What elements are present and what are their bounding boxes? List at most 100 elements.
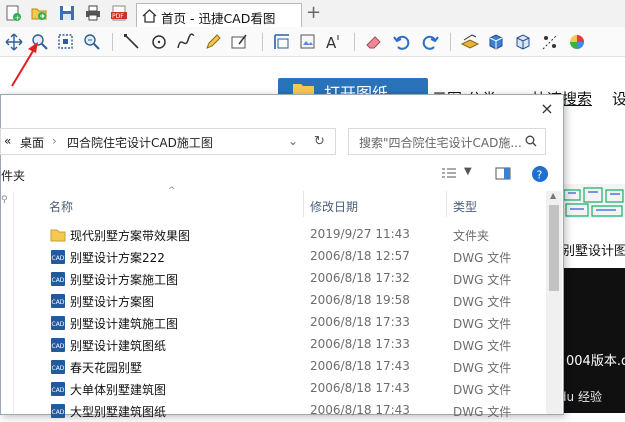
file-date: 2019/9/27 11:43 (310, 227, 410, 241)
rectangle-icon[interactable] (272, 32, 292, 52)
drawing-thumbnail[interactable] (562, 184, 625, 218)
file-row[interactable]: CAD 春天花园别墅 2006/8/18 17:43 DWG 文件 (13, 356, 541, 378)
close-button[interactable]: × (536, 98, 558, 120)
svg-text:CAD: CAD (52, 255, 65, 262)
help-icon[interactable]: ? (531, 165, 549, 183)
breadcrumb-folder[interactable]: 四合院住宅设计CAD施工图 (67, 134, 213, 151)
file-row[interactable]: CAD 别墅设计建筑图纸 2006/8/18 17:33 DWG 文件 (13, 334, 541, 356)
redo-icon[interactable] (420, 32, 440, 52)
save-icon[interactable] (58, 4, 76, 22)
circle-icon[interactable] (149, 32, 169, 52)
column-name[interactable]: 名称 (49, 198, 73, 215)
file-name: 别墅设计建筑图纸 (70, 339, 167, 353)
folder-icon (50, 229, 66, 242)
file-name: 大单体别墅建筑图 (70, 383, 167, 397)
dwg-file-icon: CAD (51, 360, 65, 374)
file-row[interactable]: CAD 别墅设计方案施工图 2006/8/18 17:32 DWG 文件 (13, 268, 541, 290)
undo-icon[interactable] (392, 32, 412, 52)
spline-icon[interactable] (176, 32, 196, 52)
dwg-file-icon: CAD (51, 404, 65, 418)
file-row[interactable]: CAD 别墅设计方案222 2006/8/18 12:57 DWG 文件 (13, 246, 541, 268)
file-date: 2006/8/18 17:43 (310, 359, 410, 373)
bg-link-settings[interactable]: 设 (612, 88, 625, 109)
file-name: 别墅设计方案施工图 (70, 273, 179, 287)
refresh-icon[interactable]: ↻ (314, 134, 325, 149)
new-tab-button[interactable]: + (306, 2, 321, 23)
zoom-prev-icon[interactable] (82, 32, 102, 52)
file-type: DWG 文件 (453, 295, 512, 309)
new-file-icon[interactable]: + (4, 4, 22, 22)
image-icon[interactable] (298, 32, 318, 52)
file-type: DWG 文件 (453, 339, 512, 353)
dwg-file-icon: CAD (51, 338, 65, 352)
file-name: 别墅设计方案图 (70, 295, 155, 309)
file-list: 现代别墅方案带效果图 2019/9/27 11:43 文件夹 CAD 别墅设计方案222… (13, 224, 541, 422)
line-icon[interactable] (122, 32, 142, 52)
svg-text:CAD: CAD (52, 387, 65, 394)
file-type: DWG 文件 (453, 405, 512, 419)
file-row[interactable]: CAD 大单体别墅建筑图 2006/8/18 17:43 DWG 文件 (13, 378, 541, 400)
file-date: 2006/8/18 17:33 (310, 337, 410, 351)
main-toolbar: + PDF 首页 - 迅捷CAD看图 + (0, 0, 625, 28)
dwg-file-icon: CAD (51, 294, 65, 308)
file-date: 2006/8/18 17:32 (310, 271, 410, 285)
column-date[interactable]: 修改日期 (310, 198, 358, 215)
scrollbar-thumb[interactable] (549, 205, 559, 291)
version-text: 004版本.dw (566, 354, 625, 369)
file-date: 2006/8/18 12:57 (310, 249, 410, 263)
pin-icon[interactable]: ⚲ (1, 195, 8, 205)
zoom-window-icon[interactable] (56, 32, 76, 52)
search-icon[interactable] (525, 135, 537, 147)
column-type[interactable]: 类型 (453, 198, 477, 215)
pdf-convert-icon[interactable]: PDF (110, 4, 128, 22)
pencil-icon[interactable] (203, 32, 223, 52)
vertical-scrollbar[interactable]: ▲ (546, 191, 562, 414)
address-bar[interactable]: « 桌面 › 四合院住宅设计CAD施工图 ⌄ ↻ (0, 128, 336, 155)
open-file-dialog: × « 桌面 › 四合院住宅设计CAD施工图 ⌄ ↻ 搜索"四合院住宅设计CAD… (0, 94, 564, 419)
file-row[interactable]: CAD 别墅设计方案图 2006/8/18 19:58 DWG 文件 (13, 290, 541, 312)
file-name: 现代别墅方案带效果图 (70, 229, 191, 243)
svg-text:?: ? (537, 169, 543, 182)
3d-view-icon[interactable] (513, 32, 533, 52)
open-file-icon[interactable] (30, 4, 48, 22)
thumbnail-caption: 别墅设计图 (562, 244, 625, 259)
print-icon[interactable] (84, 4, 102, 22)
svg-text:CAD: CAD (52, 365, 65, 372)
search-input[interactable]: 搜索"四合院住宅设计CAD施... (359, 134, 522, 151)
eraser-icon[interactable] (364, 32, 384, 52)
new-folder-label[interactable]: 件夹 (1, 167, 25, 184)
layer-icon[interactable] (460, 32, 480, 52)
cube-icon[interactable] (486, 32, 506, 52)
text-edit-icon[interactable] (230, 32, 250, 52)
file-row[interactable]: CAD 别墅设计建筑施工图 2006/8/18 17:33 DWG 文件 (13, 312, 541, 334)
breadcrumb-overflow[interactable]: « (4, 134, 11, 148)
file-type: DWG 文件 (453, 317, 512, 331)
file-name: 别墅设计建筑施工图 (70, 317, 179, 331)
tab-title: 首页 - 迅捷CAD看图 (161, 11, 276, 26)
svg-text:A: A (326, 34, 337, 52)
file-date: 2006/8/18 17:43 (310, 381, 410, 395)
dimension-icon[interactable] (540, 32, 560, 52)
svg-text:CAD: CAD (52, 321, 65, 328)
file-date: 2006/8/18 19:58 (310, 293, 410, 307)
color-icon[interactable] (567, 32, 587, 52)
preview-pane-icon[interactable] (495, 167, 511, 181)
view-dropdown-icon[interactable]: ▼ (464, 166, 472, 177)
svg-text:CAD: CAD (52, 343, 65, 350)
breadcrumb-desktop[interactable]: 桌面 (20, 134, 44, 151)
file-date: 2006/8/18 17:43 (310, 403, 410, 417)
file-row[interactable]: CAD 大型别墅建筑图纸 2006/8/18 17:43 DWG 文件 (13, 400, 541, 422)
command-bar: 件夹 ▼ ? (1, 159, 563, 189)
chevron-down-icon[interactable]: ⌄ (288, 134, 298, 148)
file-name: 春天花园别墅 (70, 361, 143, 375)
svg-text:CAD: CAD (52, 277, 65, 284)
file-type: DWG 文件 (453, 251, 512, 265)
file-type: DWG 文件 (453, 361, 512, 375)
text-icon[interactable]: A (324, 32, 344, 52)
tab-home[interactable]: 首页 - 迅捷CAD看图 (136, 3, 302, 27)
home-icon (141, 7, 158, 27)
view-options-icon[interactable] (441, 167, 457, 181)
dwg-file-icon: CAD (51, 382, 65, 396)
search-box[interactable]: 搜索"四合院住宅设计CAD施... (348, 128, 546, 155)
file-row[interactable]: 现代别墅方案带效果图 2019/9/27 11:43 文件夹 (13, 224, 541, 246)
